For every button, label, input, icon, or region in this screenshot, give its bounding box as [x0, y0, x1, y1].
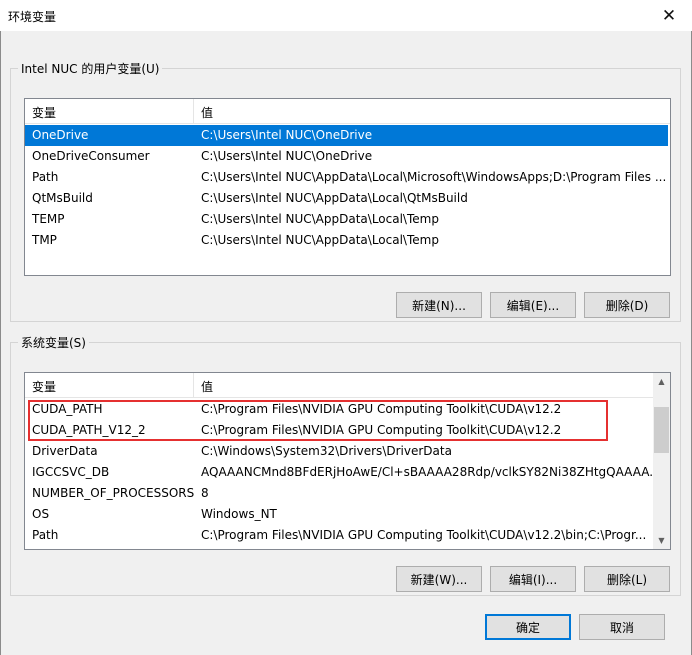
window-title: 环境变量: [8, 10, 57, 24]
user-variables-list[interactable]: 变量 值 OneDrive C:\Users\Intel NUC\OneDriv…: [24, 98, 671, 276]
table-row[interactable]: TMP C:\Users\Intel NUC\AppData\Local\Tem…: [25, 230, 668, 251]
system-variables-list[interactable]: 变量 值 CUDA_PATH C:\Program Files\NVIDIA G…: [24, 372, 671, 550]
vertical-scrollbar[interactable]: ▲ ▼: [653, 373, 670, 549]
table-row[interactable]: IGCCSVC_DB AQAAANCMnd8BFdERjHoAwE/Cl+sBA…: [25, 462, 661, 483]
variable-value: Windows_NT: [201, 507, 277, 521]
variable-value: C:\Users\Intel NUC\OneDrive: [201, 149, 373, 163]
table-row[interactable]: CUDA_PATH C:\Program Files\NVIDIA GPU Co…: [25, 399, 651, 420]
variable-name: NUMBER_OF_PROCESSORS: [32, 486, 195, 500]
close-icon[interactable]: ✕: [646, 0, 692, 31]
system-edit-button[interactable]: 编辑(I)...: [490, 566, 576, 592]
column-header-variable[interactable]: 变量: [32, 378, 56, 395]
table-row[interactable]: TEMP C:\Users\Intel NUC\AppData\Local\Te…: [25, 209, 668, 230]
variable-name: OS: [32, 507, 50, 521]
variable-name: OneDrive: [32, 128, 89, 142]
variable-value: AQAAANCMnd8BFdERjHoAwE/Cl+sBAAAA28Rdp/vc…: [201, 465, 661, 479]
user-edit-button[interactable]: 编辑(E)...: [490, 292, 576, 318]
ok-button[interactable]: 确定: [485, 614, 571, 640]
user-variables-legend: Intel NUC 的用户变量(U): [21, 62, 160, 76]
table-row[interactable]: OS Windows_NT: [25, 504, 651, 525]
variable-name: TEMP: [32, 212, 65, 226]
variable-name: DriverData: [32, 444, 98, 458]
table-row[interactable]: Path C:\Program Files\NVIDIA GPU Computi…: [25, 525, 651, 546]
variable-value: 8: [201, 486, 209, 500]
table-row[interactable]: QtMsBuild C:\Users\Intel NUC\AppData\Loc…: [25, 188, 668, 209]
system-variables-legend: 系统变量(S): [21, 336, 86, 350]
scroll-thumb[interactable]: [654, 407, 669, 453]
user-variables-group: Intel NUC 的用户变量(U) 变量 值 OneDrive C:\User…: [10, 60, 681, 322]
table-row[interactable]: DriverData C:\Windows\System32\Drivers\D…: [25, 441, 651, 462]
scroll-up-icon[interactable]: ▲: [653, 373, 670, 390]
variable-value: C:\Users\Intel NUC\AppData\Local\Temp: [201, 212, 439, 226]
window-border: [0, 31, 1, 655]
variable-name: Path: [32, 170, 59, 184]
variable-name: OneDriveConsumer: [32, 149, 150, 163]
variable-name: Path: [32, 528, 59, 542]
variable-name: CUDA_PATH: [32, 402, 103, 416]
variable-value: C:\Windows\System32\Drivers\DriverData: [201, 444, 452, 458]
table-row[interactable]: NUMBER_OF_PROCESSORS 8: [25, 483, 651, 504]
scroll-down-icon[interactable]: ▼: [653, 532, 670, 549]
variable-value: C:\Users\Intel NUC\AppData\Local\Microso…: [201, 170, 667, 184]
list-header: 变量 值: [25, 373, 670, 398]
user-new-button[interactable]: 新建(N)...: [396, 292, 482, 318]
variable-value: C:\Users\Intel NUC\AppData\Local\Temp: [201, 233, 439, 247]
variable-value: C:\Program Files\NVIDIA GPU Computing To…: [201, 423, 562, 437]
cancel-button[interactable]: 取消: [579, 614, 665, 640]
table-row[interactable]: OneDrive C:\Users\Intel NUC\OneDrive: [25, 125, 668, 146]
table-row[interactable]: Path C:\Users\Intel NUC\AppData\Local\Mi…: [25, 167, 668, 188]
variable-value: C:\Program Files\NVIDIA GPU Computing To…: [201, 402, 562, 416]
variable-name: QtMsBuild: [32, 191, 93, 205]
title-bar: 环境变量 ✕: [0, 0, 692, 31]
user-delete-button[interactable]: 删除(D): [584, 292, 670, 318]
variable-name: TMP: [32, 233, 57, 247]
variable-name: IGCCSVC_DB: [32, 465, 110, 479]
column-header-variable[interactable]: 变量: [32, 104, 56, 121]
column-header-value[interactable]: 值: [201, 378, 213, 395]
table-row[interactable]: OneDriveConsumer C:\Users\Intel NUC\OneD…: [25, 146, 668, 167]
column-divider[interactable]: [193, 99, 194, 123]
column-header-value[interactable]: 值: [201, 104, 213, 121]
variable-value: C:\Users\Intel NUC\OneDrive: [201, 128, 373, 142]
table-row[interactable]: CUDA_PATH_V12_2 C:\Program Files\NVIDIA …: [25, 420, 651, 441]
list-header: 变量 值: [25, 99, 670, 124]
variable-value: C:\Program Files\NVIDIA GPU Computing To…: [201, 528, 647, 542]
system-delete-button[interactable]: 删除(L): [584, 566, 670, 592]
system-new-button[interactable]: 新建(W)...: [396, 566, 482, 592]
column-divider[interactable]: [193, 373, 194, 397]
variable-value: C:\Users\Intel NUC\AppData\Local\QtMsBui…: [201, 191, 468, 205]
variable-name: CUDA_PATH_V12_2: [32, 423, 146, 437]
system-variables-group: 系统变量(S) 变量 值 CUDA_PATH C:\Program Files\…: [10, 334, 681, 596]
